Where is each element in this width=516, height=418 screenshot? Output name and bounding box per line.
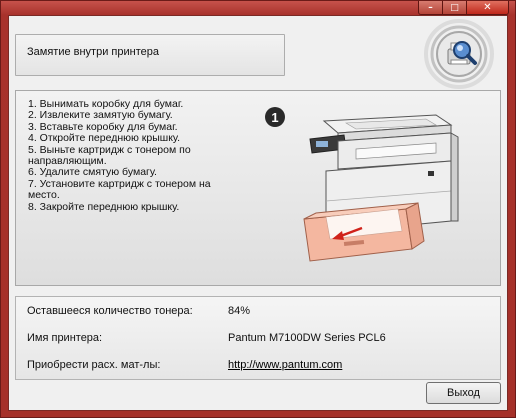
toner-label: Оставшееся количество тонера: — [27, 305, 193, 317]
step-4: 4. Откройте переднюю крышку. — [28, 132, 181, 145]
printer-name-value: Pantum M7100DW Series PCL6 — [228, 332, 386, 344]
maximize-button[interactable]: □ — [443, 1, 467, 15]
search-printer-logo-icon — [424, 19, 494, 89]
printer-name-label: Имя принтера: — [27, 332, 103, 344]
dialog-client-area: Замятие внутри принтера 1. Вынимать коро… — [8, 15, 508, 411]
app-window: – □ ✕ Замятие внутри принтера 1. Вынимат… — [0, 0, 516, 418]
close-button[interactable]: ✕ — [467, 1, 509, 15]
instructions-panel: 1. Вынимать коробку для бумаг. 2. Извлек… — [15, 90, 501, 286]
error-title: Замятие внутри принтера — [27, 46, 159, 58]
caption-buttons: – □ ✕ — [418, 1, 509, 15]
instruction-steps: 1. Вынимать коробку для бумаг. 2. Извлек… — [28, 98, 233, 213]
step-number-badge: 1 — [265, 107, 285, 127]
header-panel: Замятие внутри принтера — [15, 34, 285, 76]
step-8: 8. Закройте переднюю крышку. — [28, 200, 180, 213]
printer-illustration-icon — [303, 114, 459, 262]
printer-info-panel: Оставшееся количество тонера: 84% Имя пр… — [15, 296, 501, 380]
supplies-label: Приобрести расх. мат-лы: — [27, 359, 161, 371]
toner-value: 84% — [228, 305, 251, 317]
minimize-button[interactable]: – — [418, 1, 443, 15]
title-bar[interactable]: – □ ✕ — [1, 1, 515, 15]
supplies-link[interactable]: http://www.pantum.com — [228, 359, 342, 371]
exit-button[interactable]: Выход — [426, 382, 501, 404]
step-5: 5. Выньте картридж с тонером по направля… — [28, 143, 191, 168]
step-7: 7. Установите картридж с тонером на мест… — [28, 177, 211, 202]
